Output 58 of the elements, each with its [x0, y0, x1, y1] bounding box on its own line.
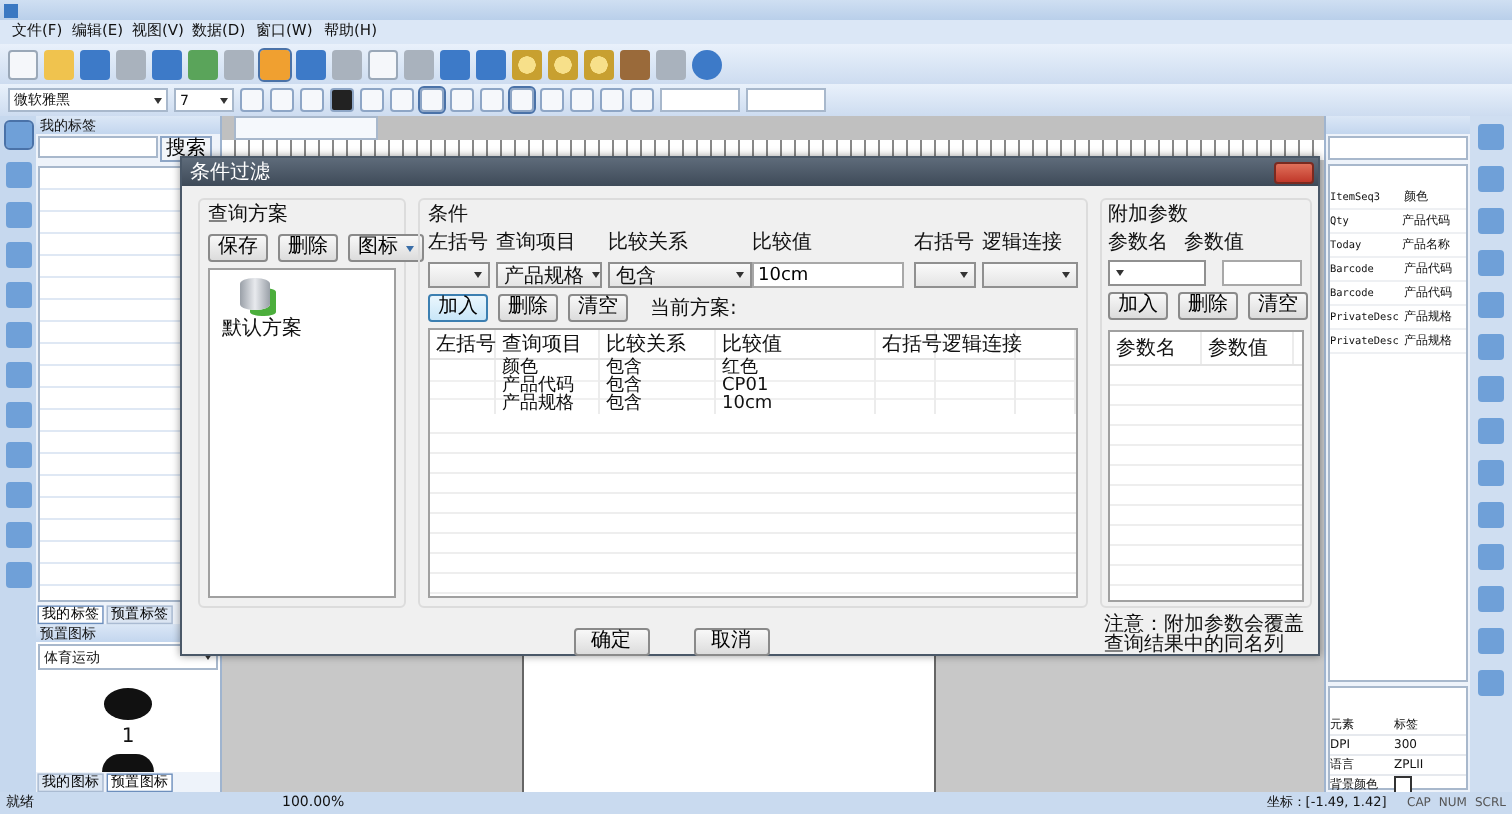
- button[interactable]: 保存: [208, 234, 268, 262]
- icon-dropdown-button[interactable]: 图标: [348, 234, 424, 262]
- button[interactable]: 清空: [568, 294, 628, 322]
- scheme-item[interactable]: 默认方案: [218, 278, 302, 342]
- panel-header: [1326, 116, 1470, 134]
- dropdown-field[interactable]: [746, 88, 826, 112]
- column-header: 查询项目: [496, 330, 600, 358]
- color-swatch[interactable]: [1394, 776, 1412, 792]
- button[interactable]: 加入: [1108, 292, 1168, 320]
- dropdown-field[interactable]: 产品规格: [496, 262, 602, 288]
- dropdown-field[interactable]: [982, 262, 1078, 288]
- dialog-title: 条件过滤: [190, 159, 270, 186]
- group-title: 附加参数: [1108, 204, 1190, 228]
- field-label: 左括号: [428, 232, 490, 256]
- current-scheme-label: 当前方案:: [650, 295, 737, 322]
- icon-label: 1: [121, 725, 135, 748]
- caret-icon: [1116, 270, 1124, 276]
- button[interactable]: 取消: [693, 628, 770, 656]
- close-button[interactable]: [1274, 161, 1314, 183]
- button[interactable]: 清空: [1248, 292, 1308, 320]
- button[interactable]: 删除: [1178, 292, 1238, 320]
- column-header: 参数名: [1110, 332, 1202, 364]
- dropdown-field[interactable]: [428, 262, 490, 288]
- field-label: 参数值: [1184, 232, 1244, 256]
- note-text: 注意：附加参数会覆盖查询结果中的同名列: [1104, 616, 1307, 656]
- group-title: 查询方案: [208, 204, 290, 228]
- button[interactable]: 删除: [498, 294, 558, 322]
- caret-icon: [736, 272, 744, 278]
- column-header: 比较关系: [600, 330, 716, 358]
- caret-icon: [220, 97, 228, 103]
- data-source-field[interactable]: [1328, 136, 1468, 160]
- column-header: 参数值: [1202, 332, 1294, 364]
- group-title: 条件: [428, 204, 470, 228]
- dropdown-field[interactable]: 包含: [608, 262, 752, 288]
- column-header: 右括号: [876, 330, 936, 358]
- button[interactable]: 确定: [573, 628, 650, 656]
- column-header: 比较值: [716, 330, 876, 358]
- field-label: 查询项目: [496, 232, 578, 256]
- caret-icon: [406, 245, 414, 251]
- caret-icon: [474, 272, 482, 278]
- button[interactable]: 加入: [428, 294, 488, 322]
- caret-icon: [154, 97, 162, 103]
- search-field[interactable]: [38, 136, 158, 158]
- field-label: 比较值: [752, 232, 814, 256]
- caret-icon: [1062, 272, 1070, 278]
- button[interactable]: 删除: [278, 234, 338, 262]
- field-label: 逻辑连接: [982, 232, 1064, 256]
- field-label: 右括号: [914, 232, 976, 256]
- column-header: 左括号: [430, 330, 496, 358]
- text-field[interactable]: [1222, 260, 1302, 286]
- dropdown-field[interactable]: [1108, 260, 1206, 286]
- field-label: 比较关系: [608, 232, 690, 256]
- text-field[interactable]: 10cm: [752, 262, 904, 288]
- caret-icon: [960, 272, 968, 278]
- caret-icon: [592, 272, 600, 278]
- field-label: 参数名: [1108, 232, 1168, 256]
- dropdown-field[interactable]: [660, 88, 740, 112]
- dropdown-field[interactable]: [914, 262, 976, 288]
